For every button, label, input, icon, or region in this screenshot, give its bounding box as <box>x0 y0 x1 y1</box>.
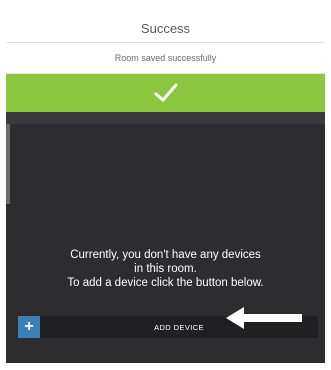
confirm-button[interactable] <box>6 74 325 112</box>
dialog-message: Room saved successfully <box>6 43 325 74</box>
empty-state-message: Currently, you don't have any devices in… <box>6 248 325 290</box>
checkmark-icon <box>154 83 177 102</box>
plus-icon[interactable]: + <box>18 316 40 338</box>
room-screen: Currently, you don't have any devices in… <box>6 110 325 363</box>
success-dialog: Success Room saved successfully <box>6 14 325 112</box>
empty-state-line-3: To add a device click the button below. <box>67 277 264 289</box>
dialog-title: Success <box>6 14 325 43</box>
arrow-left-icon <box>226 307 302 329</box>
scrollbar[interactable] <box>6 124 10 204</box>
room-tabs <box>6 110 325 124</box>
empty-state-line-1: Currently, you don't have any devices <box>70 249 261 261</box>
screenshot-frame: Currently, you don't have any devices in… <box>0 0 331 370</box>
empty-state-line-2: in this room. <box>134 263 197 275</box>
